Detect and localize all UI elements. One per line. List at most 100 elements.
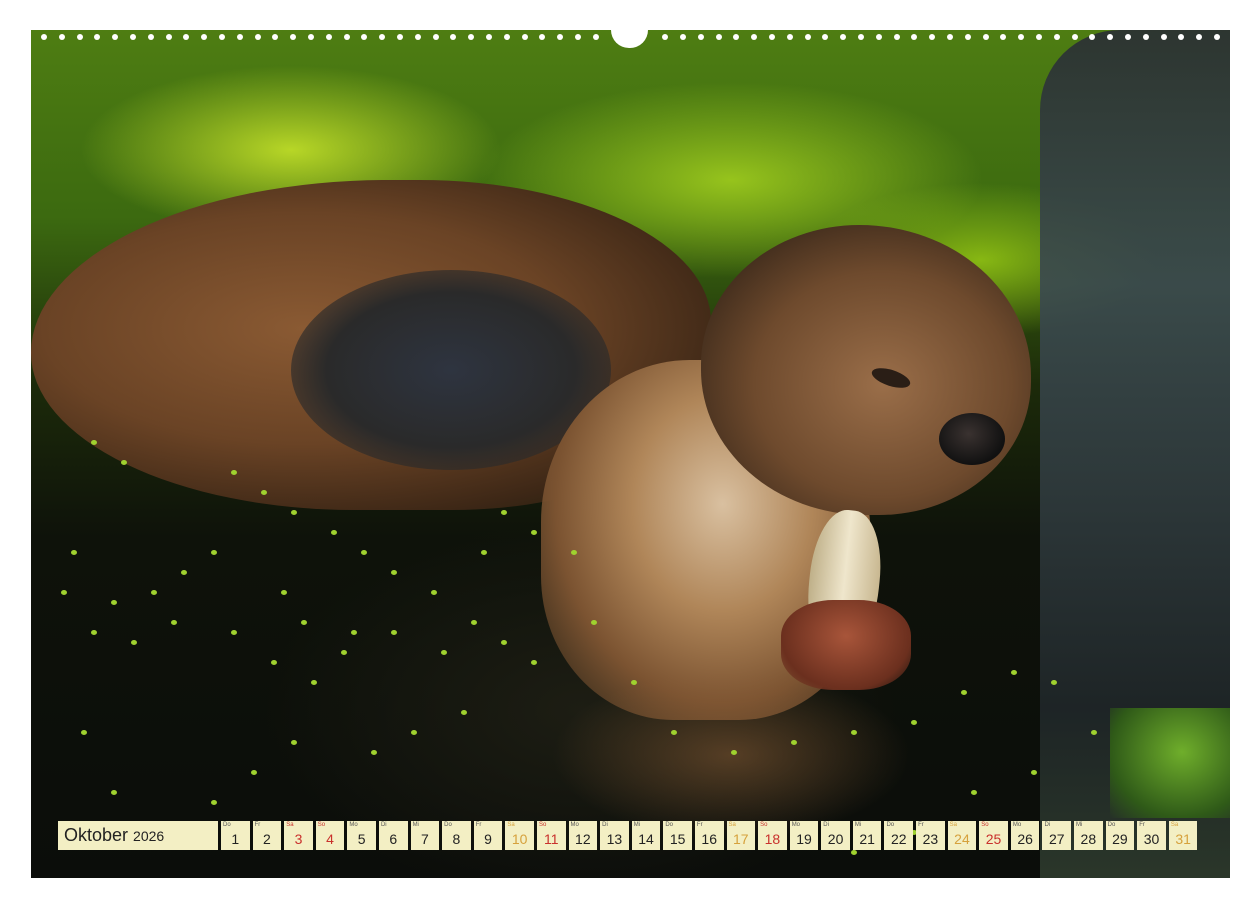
calendar-day: Mo 12: [568, 821, 598, 850]
day-of-week: Mo: [791, 822, 801, 828]
duckweed-speck: [971, 790, 977, 795]
duckweed-speck: [391, 570, 397, 575]
day-of-week: Mi: [1076, 822, 1083, 828]
binding-hole: [41, 34, 47, 40]
day-of-week: So: [760, 822, 768, 828]
day-number: 3: [294, 831, 303, 847]
binding-hole: [147, 34, 154, 40]
duckweed-speck: [61, 590, 67, 595]
day-number: 19: [796, 831, 812, 847]
binding-hole: [1089, 34, 1096, 40]
day-of-week: Di: [380, 822, 387, 828]
calendar-day: So 11: [536, 821, 566, 850]
binding-hole: [786, 34, 793, 40]
calendar-day: Mi 28: [1074, 821, 1103, 850]
calendar-day: Fr 2: [252, 821, 282, 850]
day-of-week: Fr: [918, 822, 924, 828]
calendar-day: Di 13: [600, 821, 629, 850]
binding-hole: [1178, 34, 1185, 40]
binding-hole: [982, 34, 989, 40]
duckweed-speck: [121, 460, 127, 465]
day-of-week: So: [981, 822, 989, 828]
year-label: 2026: [133, 827, 165, 844]
calendar-day: Di 6: [378, 821, 408, 850]
binding-hole: [840, 34, 847, 40]
binding-hole: [751, 34, 758, 40]
day-number: 16: [701, 831, 717, 847]
calendar-day: Sa 17: [726, 821, 756, 850]
day-of-week: Fr: [475, 822, 482, 828]
duckweed-speck: [361, 550, 367, 555]
duckweed-speck: [211, 800, 217, 805]
binding-hole: [201, 34, 208, 40]
day-of-week: Fr: [1139, 822, 1145, 828]
duckweed-speck: [261, 490, 267, 495]
binding-hole: [432, 34, 439, 40]
binding-hole: [1107, 34, 1114, 40]
calendar-strip: Oktober 2026 Do 1 Fr 2 Sa 3 So 4 Mo 5 Di 6 Mi 7 Do 8 Fr 9…: [58, 821, 1198, 850]
month-name: Oktober: [64, 825, 129, 845]
binding-hole: [822, 34, 829, 40]
calendar-day: Sa 31: [1168, 821, 1198, 850]
duckweed-speck: [531, 660, 537, 665]
calendar-day: Sa 10: [505, 821, 534, 850]
binding-hole: [1036, 34, 1043, 40]
binding-hole: [325, 34, 332, 40]
day-number: 1: [231, 831, 240, 847]
binding-hole: [94, 34, 101, 40]
day-of-week: Di: [602, 822, 608, 828]
day-of-week: Do: [665, 822, 673, 828]
day-number: 4: [326, 831, 334, 847]
duckweed-speck: [211, 550, 217, 555]
binding-hole: [129, 34, 136, 40]
day-number: 23: [922, 831, 939, 847]
day-number: 17: [733, 831, 749, 847]
duckweed-speck: [1091, 730, 1097, 735]
day-of-week: Do: [886, 822, 895, 828]
duckweed-speck: [281, 590, 287, 595]
duckweed-speck: [181, 570, 187, 575]
binding-hole: [379, 34, 386, 40]
duckweed-speck: [291, 510, 297, 515]
day-of-week: Di: [1044, 822, 1051, 828]
binding-hole: [804, 34, 811, 40]
binding-hole: [112, 34, 119, 40]
duckweed-speck: [671, 730, 677, 735]
binding-hole: [1160, 34, 1167, 40]
day-of-week: Fr: [254, 822, 261, 828]
day-of-week: Fr: [696, 822, 703, 828]
duckweed-speck: [1031, 770, 1037, 775]
calendar-day: Mi 21: [852, 821, 882, 850]
binding-hole: [468, 34, 475, 40]
calendar-day: Di 27: [1042, 821, 1072, 850]
calendar-day: Do 15: [663, 821, 692, 850]
binding-hole: [947, 34, 954, 40]
calendar-day: Fr 16: [694, 821, 724, 850]
water-reflection: [551, 670, 911, 840]
day-of-week: Sa: [507, 822, 515, 828]
day-of-week: Mo: [349, 822, 358, 828]
duckweed-speck: [961, 690, 967, 695]
binding-hole: [574, 34, 581, 40]
calendar-day: Fr 30: [1137, 821, 1166, 850]
day-of-week: Mo: [570, 822, 579, 828]
duckweed-speck: [441, 650, 447, 655]
day-number: 29: [1112, 831, 1128, 847]
calendar-day: Di 20: [821, 821, 850, 850]
duckweed-speck: [331, 530, 337, 535]
duckweed-speck: [431, 590, 437, 595]
day-number: 20: [827, 831, 844, 847]
day-number: 5: [357, 831, 366, 847]
calendar-day: Mo 5: [347, 821, 376, 850]
day-of-week: So: [317, 822, 326, 828]
binding-hole: [503, 34, 510, 40]
day-number: 6: [389, 831, 398, 847]
day-number: 25: [985, 831, 1002, 847]
duckweed-speck: [631, 680, 637, 685]
binding-hole: [58, 34, 65, 40]
day-of-week: So: [538, 822, 547, 828]
binding-hole: [1214, 34, 1220, 40]
calendar-day: Mo 26: [1010, 821, 1040, 850]
binding-hole: [715, 34, 722, 40]
duckweed-speck: [391, 630, 397, 635]
